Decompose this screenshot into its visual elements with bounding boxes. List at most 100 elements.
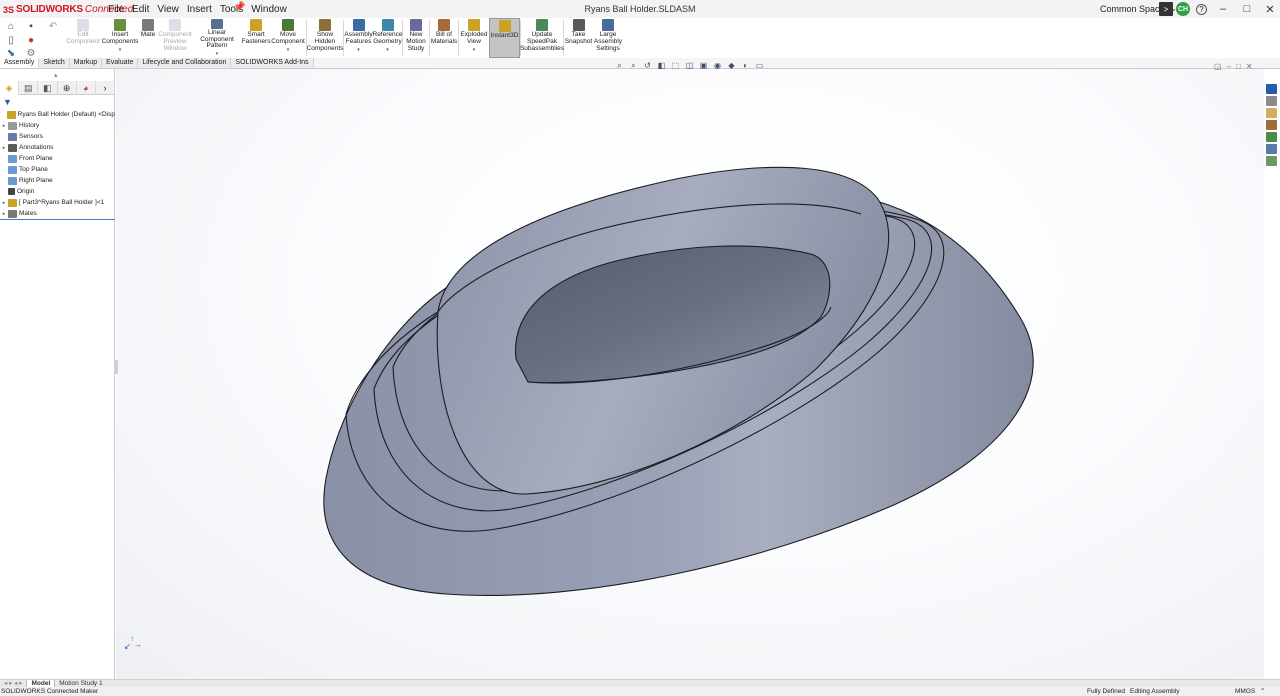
undo-icon[interactable]: ↶ <box>46 20 60 32</box>
apply-scene-icon[interactable]: ◐ <box>740 61 751 70</box>
edit-appearance-icon[interactable]: ◆ <box>726 61 737 70</box>
tree-item-top-plane[interactable]: Top Plane <box>0 164 115 175</box>
units-selector[interactable]: MMGS <box>1235 687 1255 696</box>
instant3d-button[interactable]: Instant3D <box>489 18 520 58</box>
smart-fasteners-button[interactable]: Smart Fasteners <box>242 18 270 58</box>
menu-insert[interactable]: Insert <box>183 3 216 16</box>
tree-item-annotations[interactable]: ▸ Annotations <box>0 142 115 153</box>
home-icon[interactable]: ⌂ <box>4 20 18 32</box>
move-component-button[interactable]: Move Component ▾ <box>270 18 306 58</box>
expander-icon[interactable]: ▸ <box>0 200 8 206</box>
mate-button[interactable]: Mate <box>138 18 158 58</box>
zoom-to-fit-icon[interactable]: ⌕ <box>614 61 625 70</box>
solidworks-forum-icon[interactable] <box>1266 156 1277 166</box>
viewport-minimize-icon[interactable]: – <box>1227 62 1231 71</box>
panel-splitter-handle[interactable] <box>114 360 118 374</box>
reference-geometry-button[interactable]: Reference Geometry ▾ <box>373 18 403 58</box>
rollback-bar[interactable] <box>0 219 115 220</box>
viewport-restore-icon[interactable]: ◲ <box>1214 62 1222 71</box>
tab-motion-study-1[interactable]: Motion Study 1 <box>55 680 106 687</box>
new-document-icon[interactable]: ▯ <box>4 34 18 46</box>
ball-holder-part[interactable] <box>323 166 1034 596</box>
tree-item-root-assembly[interactable]: Ryans Ball Holder (Default) <Disp <box>0 109 115 120</box>
update-speedpak-button[interactable]: Update SpeedPak Subassemblies <box>520 18 564 58</box>
expander-icon[interactable]: ▸ <box>0 123 8 129</box>
tab-scroll-arrows-icon[interactable]: ◂ ▸ ◂ ▸ <box>0 680 26 687</box>
model-view[interactable] <box>116 69 1264 679</box>
menu-window[interactable]: Window <box>247 3 291 16</box>
tree-item-history[interactable]: ▸ History <box>0 120 115 131</box>
large-assembly-settings-button[interactable]: Large Assembly Settings <box>593 18 623 58</box>
viewport-close-icon[interactable]: ✕ <box>1246 62 1253 71</box>
appearances-icon[interactable] <box>1266 132 1277 142</box>
tab-addins[interactable]: SOLIDWORKS Add-Ins <box>231 58 314 68</box>
tree-item-label: History <box>19 122 40 129</box>
graphics-area[interactable]: ↑ → ↙ <box>116 69 1264 679</box>
tab-evaluate[interactable]: Evaluate <box>102 58 139 68</box>
feature-tree-tab-icon[interactable]: ◈ <box>0 81 20 95</box>
design-library-icon[interactable] <box>1266 96 1277 106</box>
exploded-view-button[interactable]: Exploded View ▾ <box>459 18 489 58</box>
display-manager-tab-icon[interactable]: ◕ <box>77 81 96 95</box>
menu-view[interactable]: View <box>153 3 183 16</box>
linear-component-pattern-button[interactable]: Linear Component Pattern ▾ <box>192 18 242 58</box>
take-snapshot-button[interactable]: Take Snapshot <box>564 18 593 58</box>
menu-file[interactable]: File <box>104 3 128 16</box>
menu-edit[interactable]: Edit <box>128 3 153 16</box>
previous-view-icon[interactable]: ↺ <box>642 61 653 70</box>
minimize-icon[interactable]: – <box>1216 2 1230 16</box>
tree-item-sensors[interactable]: Sensors <box>0 131 115 142</box>
tree-item-part3[interactable]: ▸ [ Part3^Ryans Ball Holder ]<1 <box>0 197 115 208</box>
tree-item-right-plane[interactable]: Right Plane <box>0 175 115 186</box>
panel-collapse-arrow-icon[interactable]: ▴ <box>54 71 58 79</box>
solidworks-resources-icon[interactable] <box>1266 84 1277 94</box>
pin-menu-icon[interactable]: 📌 <box>233 2 245 13</box>
terminal-icon[interactable]: > <box>1159 2 1173 16</box>
bill-of-materials-button[interactable]: Bill of Materials <box>430 18 458 58</box>
new-motion-study-button[interactable]: New Motion Study <box>403 18 429 58</box>
chevron-down-icon[interactable]: ▾ <box>357 47 360 54</box>
insert-components-button[interactable]: Insert Components ▾ <box>102 18 138 58</box>
chevron-down-icon[interactable]: ▾ <box>216 51 219 58</box>
rebuild-icon[interactable]: ● <box>24 34 38 46</box>
more-tabs-chevron-icon[interactable]: › <box>96 81 116 95</box>
view-settings-icon[interactable]: ▭ <box>754 61 765 70</box>
maximize-icon[interactable]: □ <box>1240 2 1254 16</box>
expander-icon[interactable]: ▸ <box>0 145 8 151</box>
tab-sketch[interactable]: Sketch <box>39 58 70 68</box>
edit-component-button[interactable]: Edit Component <box>64 18 102 58</box>
expander-icon[interactable]: ▸ <box>0 211 8 217</box>
dimxpert-tab-icon[interactable]: ⊕ <box>58 81 77 95</box>
assembly-features-button[interactable]: Assembly Features ▾ <box>344 18 373 58</box>
tab-lifecycle[interactable]: Lifecycle and Collaboration <box>138 58 232 68</box>
chevron-down-icon[interactable]: ▾ <box>473 47 476 54</box>
property-manager-tab-icon[interactable]: ▤ <box>19 81 39 95</box>
tree-item-front-plane[interactable]: Front Plane <box>0 153 115 164</box>
file-explorer-icon[interactable] <box>1266 108 1277 118</box>
configuration-manager-tab-icon[interactable]: ◧ <box>38 81 58 95</box>
chevron-down-icon[interactable]: ▾ <box>119 47 122 54</box>
view-orientation-icon[interactable]: ◫ <box>684 61 695 70</box>
viewport-maximize-icon[interactable]: □ <box>1236 62 1241 71</box>
tab-assembly[interactable]: Assembly <box>0 58 40 68</box>
show-hidden-components-button[interactable]: Show Hidden Components <box>307 18 343 58</box>
filter-icon[interactable]: ▼ <box>3 97 12 107</box>
chevron-down-icon[interactable]: ▾ <box>386 47 389 54</box>
hide-show-items-icon[interactable]: ◉ <box>712 61 723 70</box>
close-icon[interactable]: ✕ <box>1263 2 1277 16</box>
custom-properties-icon[interactable] <box>1266 144 1277 154</box>
section-view-icon[interactable]: ◧ <box>656 61 667 70</box>
save-icon[interactable]: ▪ <box>24 20 38 32</box>
display-style-icon[interactable]: ▣ <box>698 61 709 70</box>
tree-item-mates[interactable]: ▸ Mates <box>0 208 115 219</box>
chevron-down-icon[interactable]: ▾ <box>287 47 290 54</box>
status-chevron-icon[interactable]: ⌃ <box>1260 687 1265 696</box>
help-icon[interactable]: ? <box>1196 4 1207 15</box>
tree-item-origin[interactable]: Origin <box>0 186 115 197</box>
zoom-to-area-icon[interactable]: ⌕ <box>628 61 639 70</box>
dynamic-annotation-icon[interactable]: ⬚ <box>670 61 681 70</box>
view-palette-icon[interactable] <box>1266 120 1277 130</box>
component-preview-window-button[interactable]: Component Preview Window <box>158 18 192 58</box>
tab-markup[interactable]: Markup <box>69 58 103 68</box>
user-avatar[interactable]: CH <box>1176 2 1190 16</box>
